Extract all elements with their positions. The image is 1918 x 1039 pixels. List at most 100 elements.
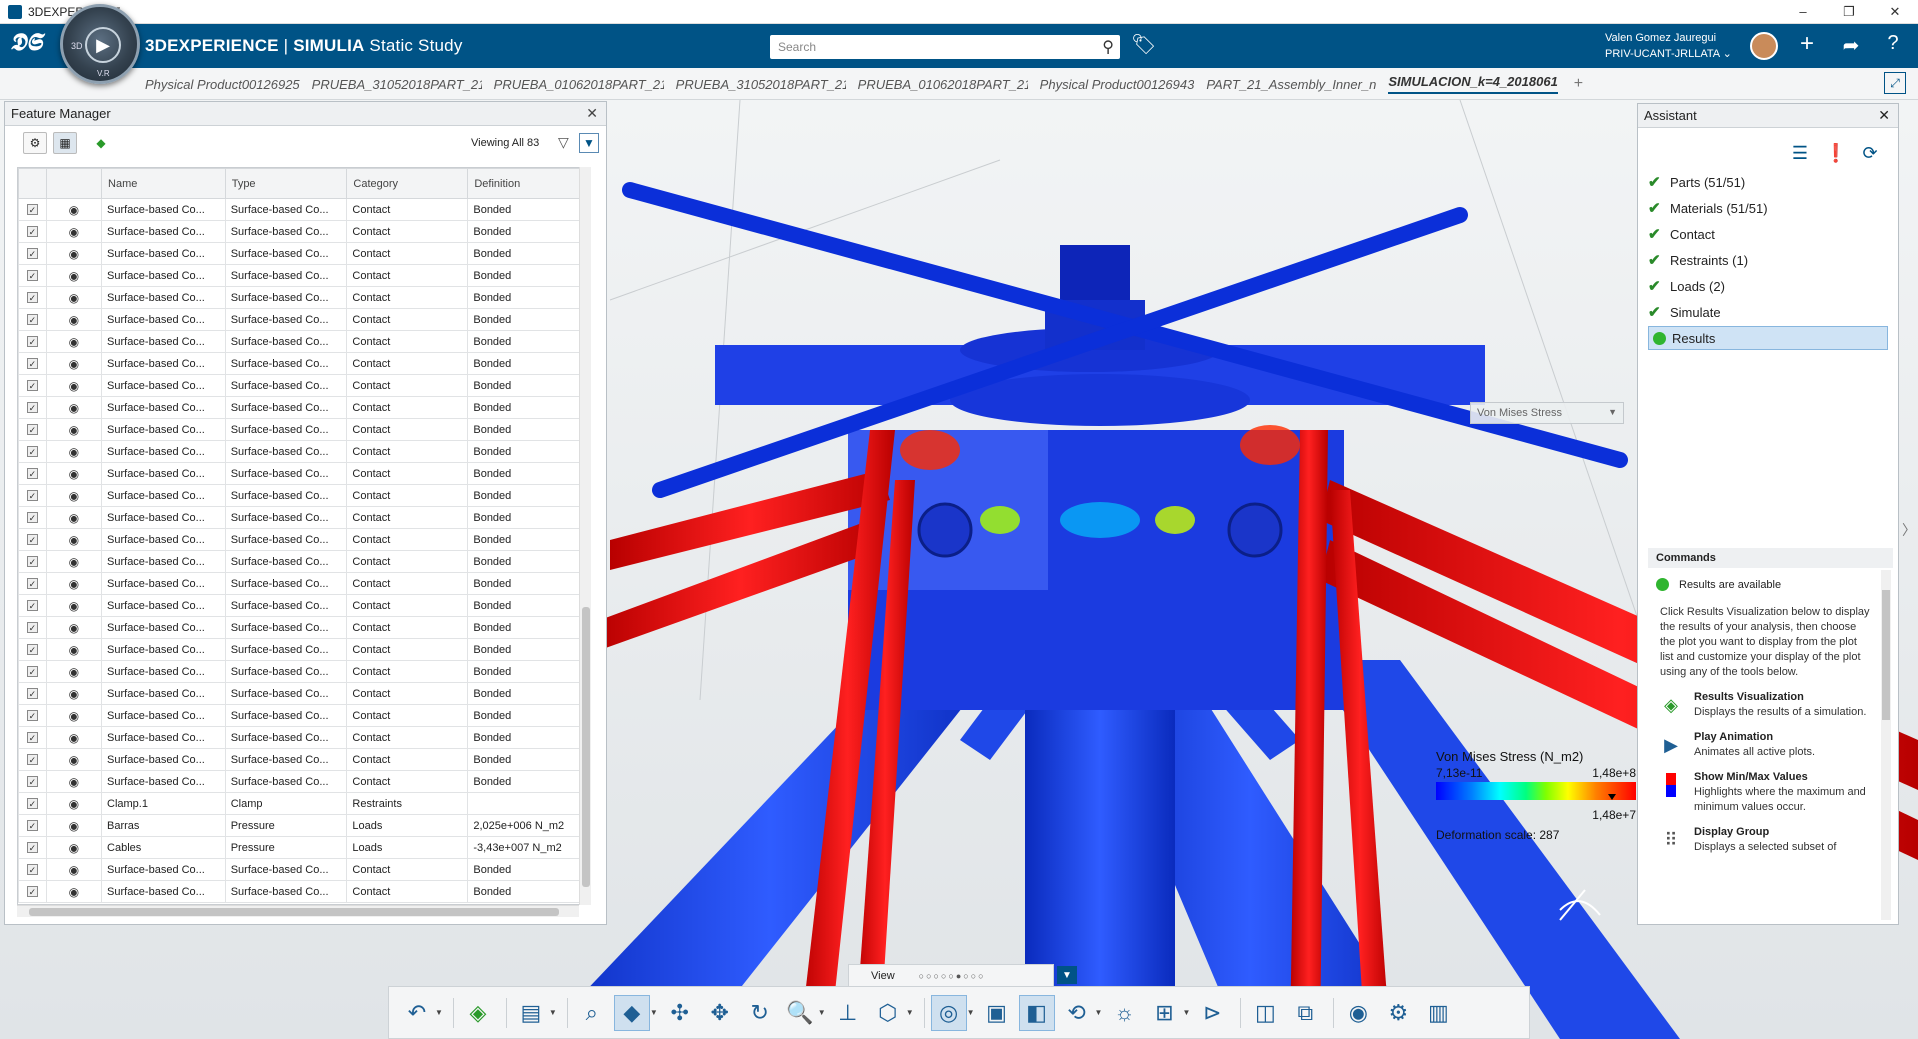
compass-widget[interactable]: 3D ▶ V.R — [60, 4, 140, 84]
row-checkbox[interactable]: ✓ — [18, 440, 47, 463]
close-icon[interactable]: ✕ — [1878, 107, 1890, 124]
table-row[interactable]: ✓ ◉ Surface-based Co... Surface-based Co...… — [18, 220, 590, 243]
avatar[interactable] — [1750, 32, 1778, 60]
user-tenant[interactable]: PRIV-UCANT-JRLLATA ⌄ — [1605, 46, 1732, 62]
visibility-eye-icon[interactable]: ◉ — [45, 880, 103, 903]
visibility-eye-icon[interactable]: ◉ — [45, 220, 103, 243]
tab-document[interactable]: PART_21_Assembly_Inner_n — [1206, 77, 1376, 92]
row-checkbox[interactable]: ✓ — [18, 572, 47, 595]
maximize-button[interactable]: ❐ — [1826, 0, 1872, 24]
column-header-type[interactable]: Type — [224, 168, 348, 199]
chevron-right-icon[interactable]: 〉 — [1902, 520, 1916, 540]
tree-view-icon[interactable]: ⚙ — [23, 132, 47, 154]
visibility-eye-icon[interactable]: ◉ — [45, 638, 103, 661]
user-info[interactable]: Valen Gomez Jauregui PRIV-UCANT-JRLLATA … — [1605, 30, 1732, 62]
row-checkbox[interactable]: ✓ — [18, 814, 47, 837]
close-window-button[interactable]: ✕ — [1872, 0, 1918, 24]
visibility-eye-icon[interactable]: ◉ — [45, 594, 103, 617]
visibility-eye-icon[interactable]: ◉ — [45, 704, 103, 727]
list-icon[interactable]: ▤ — [513, 995, 549, 1031]
row-checkbox[interactable]: ✓ — [18, 770, 47, 793]
table-row[interactable]: ✓ ◉ Surface-based Co... Surface-based Co...… — [18, 396, 590, 419]
help-icon[interactable]: ? — [1878, 32, 1908, 55]
multi-view-icon[interactable]: ⊞ — [1146, 995, 1182, 1031]
section-icon[interactable]: ◧ — [1018, 994, 1055, 1031]
table-row[interactable]: ✓ ◉ Surface-based Co... Surface-based Co...… — [18, 660, 590, 683]
tag-icon[interactable]: 🏷 — [1131, 32, 1156, 57]
tab-document[interactable]: PRUEBA_31052018PART_21 — [676, 77, 846, 92]
multi-view-dropdown-icon[interactable]: ▼ — [1182, 1008, 1190, 1017]
settings-icon[interactable]: ⚙ — [1380, 995, 1416, 1031]
sheet-icon[interactable]: ◫ — [1247, 995, 1283, 1031]
row-checkbox[interactable]: ✓ — [18, 264, 47, 287]
share-icon[interactable]: ➦ — [1836, 33, 1866, 58]
row-checkbox[interactable]: ✓ — [18, 198, 47, 221]
row-checkbox[interactable]: ✓ — [18, 462, 47, 485]
tab-document[interactable]: PRUEBA_01062018PART_21 — [494, 77, 664, 92]
visibility-eye-icon[interactable]: ◉ — [45, 528, 103, 551]
view-section-tab[interactable]: View ○○○○○●○○○ — [848, 964, 1054, 986]
table-row[interactable]: ✓ ◉ Surface-based Co... Surface-based Co...… — [18, 770, 590, 793]
row-checkbox[interactable]: ✓ — [18, 682, 47, 705]
table-row[interactable]: ✓ ◉ Surface-based Co... Surface-based Co...… — [18, 726, 590, 749]
table-row[interactable]: ✓ ◉ Surface-based Co... Surface-based Co...… — [18, 264, 590, 287]
row-checkbox[interactable]: ✓ — [18, 792, 47, 815]
visibility-eye-icon[interactable]: ◉ — [45, 484, 103, 507]
step-parts[interactable]: ✔ Parts (51/51) — [1648, 170, 1888, 194]
dassault-logo[interactable]: 𝕯𝕾 — [10, 30, 50, 62]
visibility-eye-icon[interactable]: ◉ — [45, 308, 103, 331]
table-row[interactable]: ✓ ◉ Barras Pressure Loads 2,025e+006 N_m2 — [18, 814, 590, 837]
visibility-eye-icon[interactable]: ◉ — [45, 286, 103, 309]
filter-icon[interactable]: ▽ — [558, 134, 569, 151]
visibility-eye-icon[interactable]: ◉ — [45, 506, 103, 529]
search-input[interactable]: Search ⚲ — [770, 35, 1120, 59]
minimize-button[interactable]: – — [1780, 0, 1826, 24]
render-dropdown-icon[interactable]: ▼ — [967, 1008, 975, 1017]
visibility-eye-icon[interactable]: ◉ — [45, 374, 103, 397]
visibility-eye-icon[interactable]: ◉ — [45, 330, 103, 353]
table-row[interactable]: ✓ ◉ Clamp.1 Clamp Restraints — [18, 792, 590, 815]
row-checkbox[interactable]: ✓ — [18, 704, 47, 727]
rotate-icon[interactable]: ↻ — [742, 995, 778, 1031]
table-row[interactable]: ✓ ◉ Surface-based Co... Surface-based Co...… — [18, 572, 590, 595]
close-icon[interactable]: ✕ — [586, 105, 598, 122]
view-mode-icon[interactable]: ⟲ — [1059, 995, 1095, 1031]
column-header-visibility[interactable] — [45, 168, 103, 199]
visibility-eye-icon[interactable]: ◉ — [45, 836, 103, 859]
row-checkbox[interactable]: ✓ — [18, 330, 47, 353]
table-row[interactable]: ✓ ◉ Surface-based Co... Surface-based Co...… — [18, 242, 590, 265]
table-row[interactable]: ✓ ◉ Surface-based Co... Surface-based Co...… — [18, 550, 590, 573]
cube-view-icon[interactable]: ◆ — [613, 994, 650, 1031]
compass-play-icon[interactable]: ▶ — [85, 27, 121, 63]
row-checkbox[interactable]: ✓ — [18, 484, 47, 507]
row-checkbox[interactable]: ✓ — [18, 374, 47, 397]
properties-icon[interactable]: ▥ — [1420, 995, 1456, 1031]
row-checkbox[interactable]: ✓ — [18, 528, 47, 551]
visibility-eye-icon[interactable]: ◉ — [45, 198, 103, 221]
table-view-icon[interactable]: ▦ — [53, 132, 77, 154]
visibility-eye-icon[interactable]: ◉ — [45, 682, 103, 705]
capture-icon[interactable]: ▣ — [979, 995, 1015, 1031]
tab-active-simulation[interactable]: SIMULACION_k=4_2018061 — [1388, 74, 1558, 94]
visibility-eye-icon[interactable]: ◉ — [45, 726, 103, 749]
add-tab-icon[interactable]: + — [1574, 75, 1583, 93]
visibility-eye-icon[interactable]: ◉ — [45, 264, 103, 287]
visibility-eye-icon[interactable]: ◉ — [45, 242, 103, 265]
fit-all-icon[interactable]: ✣ — [662, 995, 698, 1031]
row-checkbox[interactable]: ✓ — [18, 880, 47, 903]
table-row[interactable]: ✓ ◉ Surface-based Co... Surface-based Co...… — [18, 682, 590, 705]
table-row[interactable]: ✓ ◉ Surface-based Co... Surface-based Co...… — [18, 308, 590, 331]
step-results[interactable]: Results — [1648, 326, 1888, 350]
command-min-max[interactable]: Show Min/Max Values Highlights where the … — [1656, 770, 1880, 815]
step-materials[interactable]: ✔ Materials (51/51) — [1648, 196, 1888, 220]
results-icon[interactable]: ◆ — [89, 132, 113, 154]
table-row[interactable]: ✓ ◉ Surface-based Co... Surface-based Co...… — [18, 198, 590, 221]
table-row[interactable]: ✓ ◉ Surface-based Co... Surface-based Co...… — [18, 528, 590, 551]
pan-icon[interactable]: ✥ — [702, 995, 738, 1031]
add-icon[interactable]: + — [1792, 30, 1822, 58]
visibility-eye-icon[interactable]: ◉ — [45, 814, 103, 837]
row-checkbox[interactable]: ✓ — [18, 550, 47, 573]
hide-show-icon[interactable]: ◉ — [1340, 995, 1376, 1031]
next-icon[interactable]: ⊳ — [1194, 995, 1230, 1031]
chevron-down-icon[interactable]: ▼ — [1057, 966, 1077, 984]
